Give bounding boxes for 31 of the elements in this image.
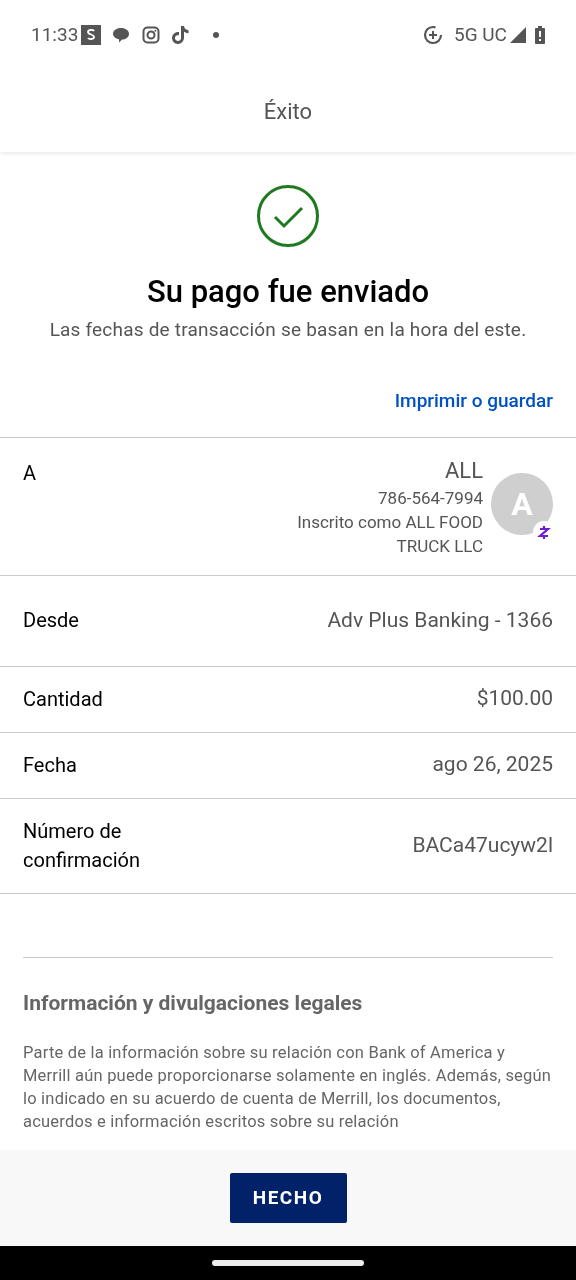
detail-value: Adv Plus Banking - 1366 (327, 606, 553, 634)
recipient-name: ALL (444, 457, 483, 484)
success-title: Su pago fue enviado (146, 272, 430, 312)
detail-label: Número de confirmación (23, 817, 141, 874)
detail-label: Fecha (23, 751, 77, 779)
chat-bubble-icon (112, 26, 131, 44)
legal-text: Parte de la información sobre su relación con Bank of America y Merrill aún puede proporcionarse solamente en inglés. Además, según lo indicado en su acuerdo de cuenta de Merrill, los documentos, acuerdos e información escritos sobre su relación (23, 1042, 553, 1133)
recipient-enrolled-name: Inscrito como ALL FOOD TRUCK LLC (297, 510, 483, 558)
recipient-label: A (23, 459, 38, 487)
detail-value: $100.00 (476, 685, 553, 713)
print-link[interactable]: Imprimir o guardar (394, 386, 553, 437)
header-title: Éxito (263, 97, 313, 126)
data-saver-icon (422, 25, 443, 45)
battery-icon (535, 26, 545, 44)
recipient-phone: 786-564-7994 (378, 486, 483, 510)
home-indicator[interactable] (212, 1260, 364, 1266)
status-time: 11:33 (31, 21, 79, 48)
app-notification-icon (81, 25, 102, 45)
legal-title: Información y divulgaciones legales (23, 989, 364, 1017)
detail-value: BACa47ucyw2l (412, 831, 553, 859)
dot-icon (213, 32, 220, 38)
done-button[interactable]: HECHO (229, 1173, 347, 1223)
signal-icon (510, 27, 526, 43)
detail-label: Cantidad (23, 685, 103, 713)
network-type: 5G UC (453, 21, 507, 48)
success-check-icon (256, 184, 320, 248)
detail-value: ago 26, 2025 (432, 751, 553, 779)
detail-label: Desde (23, 607, 79, 634)
music-note-icon (172, 25, 191, 45)
camera-icon (142, 26, 161, 44)
success-subtitle: Las fechas de transacción se basan en la hora del este. (49, 317, 527, 343)
